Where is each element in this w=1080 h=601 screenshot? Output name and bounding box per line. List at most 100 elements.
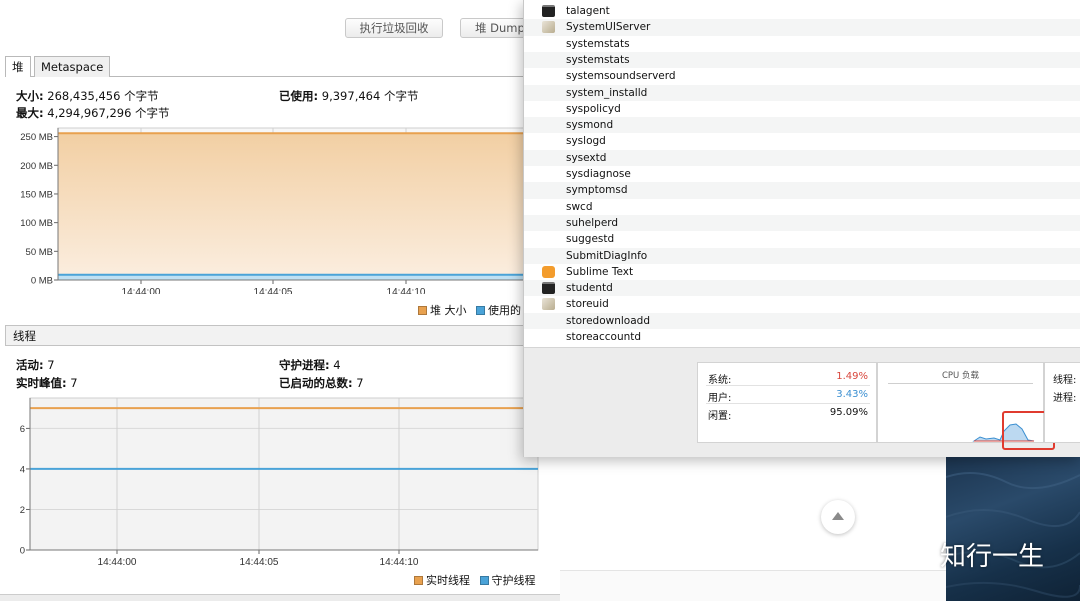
process-row[interactable]: system_installd [524, 84, 1080, 101]
process-row[interactable]: symptomsd [524, 182, 1080, 199]
threads-peak-info: 实时峰值: 7 [16, 376, 78, 390]
scroll-to-top-button[interactable] [821, 500, 855, 534]
cpu-load-panel: CPU 负载 [877, 362, 1055, 450]
process-name: syslogd [566, 135, 606, 148]
activity-monitor-window: talagent SystemUIServer systemstats systems… [523, 0, 1080, 457]
process-row[interactable]: storedownloadd [524, 312, 1080, 329]
y-tick-label: 250 MB [20, 132, 53, 143]
process-name: Sublime Text [566, 265, 634, 278]
cpu-load-title: CPU 负载 [942, 371, 979, 381]
threads-section-header: 线程 [5, 325, 555, 346]
user-label: 用户: [708, 393, 732, 404]
used-legend-label: 使用的 [488, 304, 521, 317]
divider [706, 385, 870, 386]
process-name: SystemUIServer [566, 21, 651, 34]
live-threads-legend-label: 实时线程 [426, 574, 470, 587]
desktop-strip [560, 570, 946, 601]
process-name: systemstats [566, 53, 630, 66]
process-row[interactable]: sysdiagnose [524, 166, 1080, 182]
visualvm-monitor-panel: 执行垃圾回收 堆 Dump 堆 Metaspace 大小: 268,435,45… [0, 0, 560, 601]
process-name: system_installd [566, 86, 648, 99]
process-name: systemsoundserverd [566, 70, 676, 83]
threads-live-info: 活动: 7 [16, 358, 55, 372]
heap-legend: 堆 大小 使用的 [418, 302, 521, 318]
process-row[interactable]: storeuid [524, 296, 1080, 312]
daemon-threads-swatch [479, 576, 489, 585]
idle-value: 95.09% [829, 407, 868, 418]
cpu-usage-panel: 系统: 1.49% 用户: 3.43% 闲置: 95.09% [697, 362, 877, 443]
process-name: sysmond [566, 119, 614, 132]
process-row[interactable]: storeaccountd [524, 329, 1080, 345]
process-name: suhelperd [566, 216, 619, 229]
process-name: syspolicyd [566, 102, 621, 115]
process-row[interactable]: syslogd [524, 133, 1080, 149]
memory-tabs: 堆 Metaspace [5, 56, 555, 77]
process-name: symptomsd [566, 184, 628, 197]
process-name: sysextd [566, 151, 607, 164]
process-row[interactable]: SystemUIServer [524, 19, 1080, 36]
process-row[interactable]: sysmond [524, 117, 1080, 134]
process-row[interactable]: systemstats [524, 36, 1080, 52]
wechat-logo-icon [894, 535, 936, 569]
plot-area [29, 397, 539, 551]
arrow-up-icon [832, 512, 844, 520]
process-row[interactable]: syspolicyd [524, 101, 1080, 117]
process-name: storeaccountd [566, 331, 642, 343]
tab-heap[interactable]: 堆 [5, 56, 31, 77]
perform-gc-button[interactable]: 执行垃圾回收 [345, 18, 443, 38]
heap-size-legend-label: 堆 大小 [430, 304, 467, 317]
heap-size-info: 大小: 268,435,456 个字节 [16, 89, 159, 103]
series-area [58, 133, 558, 280]
tab-metaspace[interactable]: Metaspace [34, 56, 111, 77]
heap-max-info: 最大: 4,294,967,296 个字节 [16, 106, 170, 120]
heap-chart: 0 MB 50 MB 100 MB 150 MB 200 MB 250 MB 14:44:0… [0, 124, 560, 298]
terminal-icon [542, 5, 555, 17]
process-name: storeuid [566, 298, 609, 311]
process-name: sysdiagnose [566, 168, 631, 180]
process-row[interactable]: systemstats [524, 51, 1080, 69]
daemon-threads-legend-label: 守护线程 [491, 574, 536, 587]
user-value: 3.43% [836, 389, 868, 400]
threads-count-label: 线程: [1053, 375, 1077, 386]
y-tick-label: 4 [20, 464, 25, 475]
y-tick-label: 150 MB [20, 189, 53, 200]
terminal-icon [542, 282, 555, 295]
process-row[interactable]: suggestd [524, 231, 1080, 247]
sublime-icon [542, 265, 555, 278]
heap-used-info: 已使用: 9,397,464 个字节 [279, 89, 419, 103]
y-tick-label: 50 MB [26, 247, 53, 258]
live-threads-swatch [414, 576, 423, 585]
x-tick-label: 14:44:00 [98, 557, 137, 568]
process-row[interactable]: swcd [524, 199, 1080, 215]
window-bottom-edge [0, 594, 560, 601]
divider [888, 383, 1033, 384]
threads-chart: 0 2 4 6 14:44:00 14:44:05 14:44:10 [0, 394, 560, 570]
process-row[interactable]: systemsoundserverd [524, 68, 1080, 84]
threads-daemon-info: 守护进程: 4 [279, 358, 341, 372]
heap-size-swatch [418, 306, 427, 315]
y-tick-label: 0 [20, 546, 25, 557]
process-row[interactable]: Sublime Text [524, 264, 1080, 280]
process-name: swcd [566, 200, 593, 213]
system-label: 系统: [708, 375, 732, 386]
system-value: 1.49% [836, 371, 868, 382]
stats-footer: 系统: 1.49% 用户: 3.43% 闲置: 95.09% CPU 负载 线程… [524, 347, 1080, 457]
process-row[interactable]: studentd [524, 280, 1080, 297]
process-row[interactable]: SubmitDiagInfo [524, 247, 1080, 264]
process-name: systemstats [566, 37, 630, 50]
used-swatch [476, 306, 485, 315]
process-name: studentd [566, 282, 613, 295]
process-name: storedownloadd [566, 314, 650, 327]
x-tick-label: 14:44:10 [387, 287, 426, 294]
y-tick-label: 0 MB [31, 276, 53, 287]
process-row[interactable]: sysextd [524, 149, 1080, 166]
watermark-text: 知行一生 [940, 542, 1045, 572]
divider [706, 403, 870, 404]
processes-count-label: 进程: [1053, 393, 1077, 404]
wallpaper [946, 457, 1080, 601]
process-name: SubmitDiagInfo [566, 249, 648, 262]
x-tick-label: 14:44:05 [254, 287, 293, 294]
y-tick-label: 6 [20, 424, 25, 435]
process-row[interactable]: suhelperd [524, 214, 1080, 232]
process-row[interactable]: talagent [524, 3, 1080, 19]
